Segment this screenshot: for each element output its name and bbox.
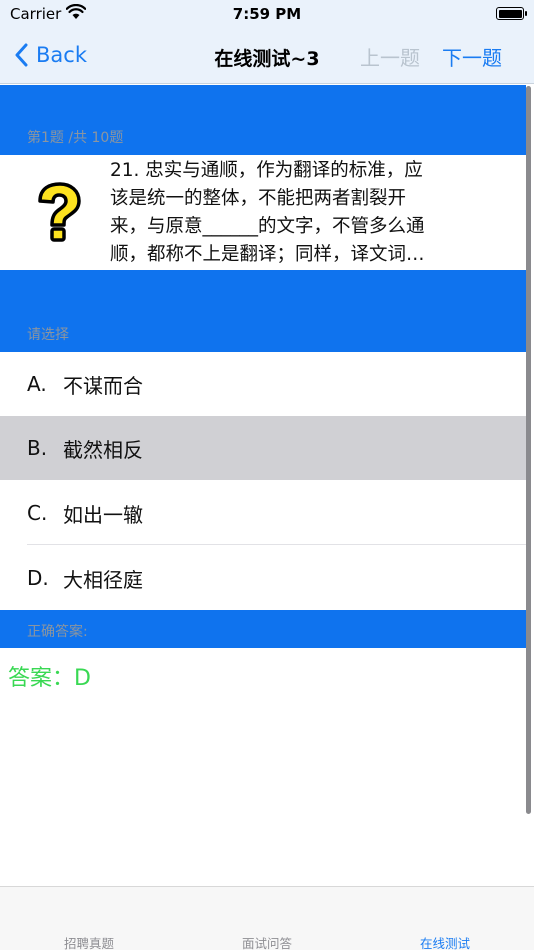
- option-text: 不谋而合: [63, 373, 143, 398]
- status-time: 7:59 PM: [232, 5, 302, 23]
- tab-bar: 招聘真题 面试问答 在线测试: [0, 886, 534, 950]
- correct-answer: 答案：D: [8, 666, 91, 691]
- tab-online-test[interactable]: 在线测试: [385, 933, 505, 950]
- choices-section-header: 请选择: [0, 270, 526, 352]
- option-b[interactable]: B. 截然相反: [0, 416, 526, 480]
- question-row: 21. 忠实与通顺，作为翻译的标准，应 该是统一的整体，不能把两者割裂开 来，与…: [0, 155, 526, 270]
- previous-question-button[interactable]: 上一题: [360, 42, 420, 71]
- question-line: 顺，都称不上是翻译；同样，译文词…: [110, 244, 425, 265]
- option-text: 大相径庭: [63, 567, 143, 592]
- question-line: 该是统一的整体，不能把两者割裂开: [110, 188, 407, 209]
- option-d[interactable]: D. 大相径庭: [0, 546, 526, 610]
- battery-icon: [496, 7, 527, 20]
- tab-interview-qa[interactable]: 面试问答: [207, 933, 327, 950]
- answer-section-label: 正确答案:: [27, 624, 88, 640]
- option-letter: A.: [27, 372, 47, 396]
- option-a[interactable]: A. 不谋而合: [0, 352, 526, 416]
- question-line: 来，与原意______的文字，不管多么通: [110, 216, 425, 237]
- option-divider: [27, 544, 526, 545]
- question-progress-label: 第1题 /共 10题: [27, 130, 124, 146]
- navigation-bar: Back 在线测试~3 上一题 下一题: [0, 30, 534, 84]
- scrollbar[interactable]: [526, 86, 531, 814]
- question-line: 21. 忠实与通顺，作为翻译的标准，应: [110, 160, 423, 181]
- question-mark-icon: [38, 182, 81, 242]
- option-letter: B.: [27, 436, 48, 460]
- option-text: 如出一辙: [63, 502, 143, 527]
- question-text: 21. 忠实与通顺，作为翻译的标准，应 该是统一的整体，不能把两者割裂开 来，与…: [110, 157, 500, 269]
- answer-section-header: 正确答案:: [0, 610, 526, 648]
- option-c[interactable]: C. 如出一辙: [0, 481, 526, 545]
- status-bar: Carrier 7:59 PM: [0, 0, 534, 30]
- option-letter: D.: [27, 566, 49, 590]
- question-section-header: 第1题 /共 10题: [0, 85, 526, 155]
- choices-section-label: 请选择: [27, 327, 69, 343]
- next-question-button[interactable]: 下一题: [442, 42, 502, 71]
- option-text: 截然相反: [63, 437, 143, 462]
- tab-recruitment-questions[interactable]: 招聘真题: [29, 933, 149, 950]
- option-letter: C.: [27, 501, 48, 525]
